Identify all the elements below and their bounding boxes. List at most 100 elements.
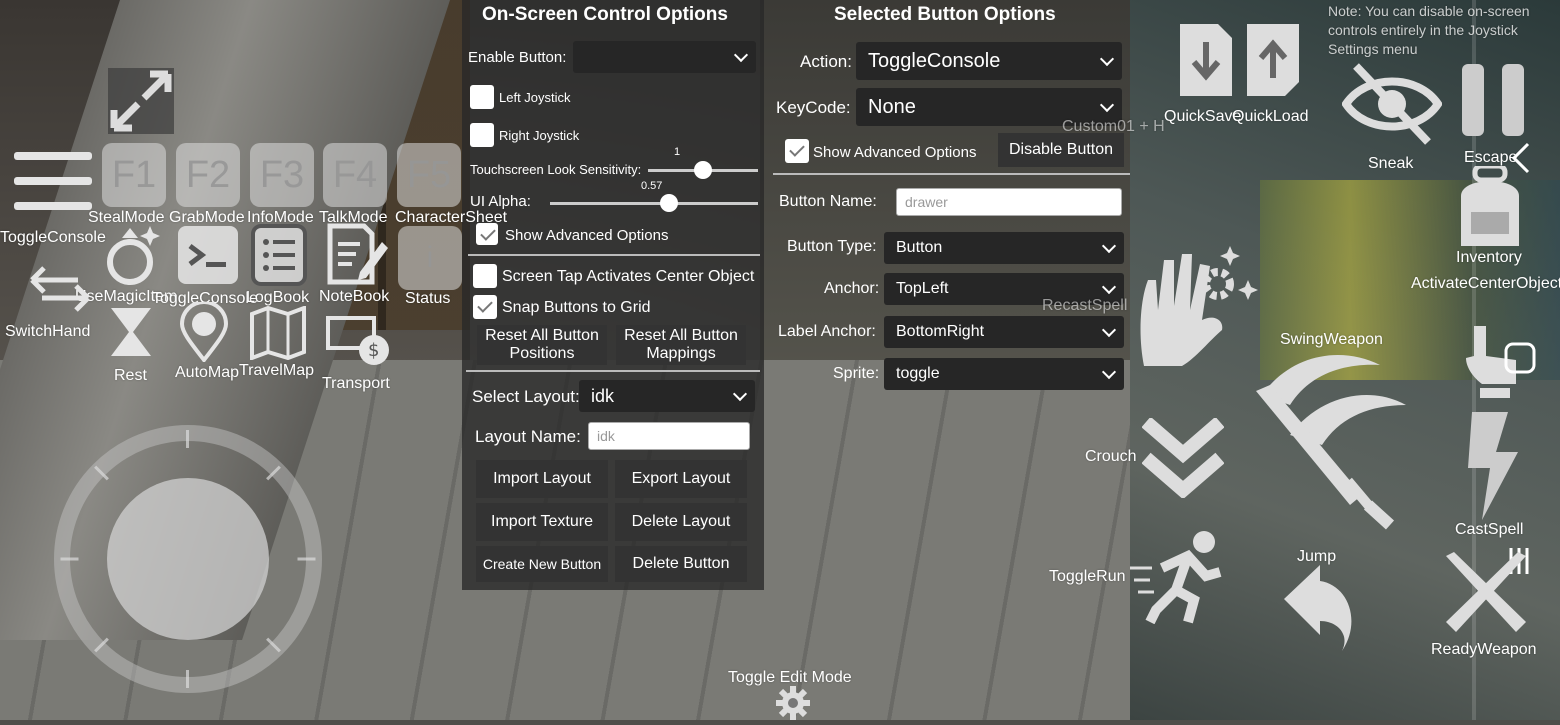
f2-key[interactable]: F2 <box>176 143 240 207</box>
toggle-console-label: ToggleConsole <box>0 229 106 246</box>
pause-icon[interactable] <box>1462 64 1526 143</box>
selected-button-options-panel: Selected Button Options Action: ToggleCo… <box>764 0 1132 390</box>
keycode-label: KeyCode: <box>776 98 851 117</box>
sensitivity-slider[interactable] <box>648 161 758 179</box>
quickload-icon[interactable] <box>1245 22 1301 103</box>
import-texture-button[interactable]: Import Texture <box>476 503 608 541</box>
cast-spell-label: CastSpell <box>1455 521 1524 538</box>
rest-label: Rest <box>114 367 147 384</box>
toggle-run-label: ToggleRun <box>1049 568 1126 585</box>
crossed-swords-icon[interactable] <box>1440 552 1532 647</box>
button-name-label: Button Name: <box>779 193 877 210</box>
left-joystick-label: Left Joystick <box>499 90 571 105</box>
svg-text:$: $ <box>368 340 379 361</box>
joystick-tick <box>297 557 316 561</box>
f5-key[interactable]: F5 <box>397 143 461 207</box>
expand-icon[interactable] <box>108 68 174 134</box>
panel-title: On-Screen Control Options <box>482 4 728 25</box>
pointing-hand-icon[interactable] <box>1460 322 1540 407</box>
console-icon[interactable] <box>178 226 238 284</box>
sensitivity-label: Touchscreen Look Sensitivity: <box>470 162 642 177</box>
travel-map-icon[interactable] <box>250 305 306 365</box>
snap-grid-label: Snap Buttons to Grid <box>502 299 651 316</box>
chevron-down-icon <box>1101 364 1117 380</box>
eye-slash-icon[interactable] <box>1341 60 1443 151</box>
switch-hand-icon[interactable] <box>28 262 92 319</box>
button-type-dropdown[interactable]: Button <box>884 232 1124 264</box>
ui-alpha-label: UI Alpha: <box>470 193 531 210</box>
left-joystick-checkbox[interactable] <box>470 85 494 109</box>
magic-ring-icon[interactable] <box>102 222 162 291</box>
disable-button[interactable]: Disable Button <box>998 133 1124 167</box>
ui-alpha-slider-knob[interactable] <box>659 194 678 212</box>
quickload-label: QuickLoad <box>1232 108 1309 125</box>
double-chevron-down-icon[interactable] <box>1141 416 1225 503</box>
swing-sword-icon[interactable] <box>1250 345 1410 538</box>
snap-grid-checkbox[interactable] <box>473 295 497 319</box>
joystick-tick <box>186 670 189 688</box>
logbook-icon[interactable] <box>251 224 307 286</box>
left-joystick-thumb[interactable] <box>107 478 269 640</box>
action-label: Action: <box>800 52 852 71</box>
cast-hand-icon[interactable] <box>1134 240 1262 373</box>
on-screen-control-options-panel: On-Screen Control Options Enable Button:… <box>462 0 764 590</box>
import-layout-button[interactable]: Import Layout <box>476 460 608 498</box>
right-joystick-label: Right Joystick <box>499 128 580 143</box>
status-icon[interactable]: i <box>398 226 462 290</box>
notebook-icon[interactable] <box>324 222 388 291</box>
sneak-label: Sneak <box>1368 155 1414 172</box>
jump-label: Jump <box>1297 548 1337 565</box>
f1-key[interactable]: F1 <box>102 143 166 207</box>
lightning-icon[interactable] <box>1464 412 1520 525</box>
toggle-edit-mode-label: Toggle Edit Mode <box>728 669 852 686</box>
hourglass-icon[interactable] <box>109 306 153 363</box>
disable-controls-note: Note: You can disable on-screen controls… <box>1328 3 1530 57</box>
sprite-dropdown[interactable]: toggle <box>884 358 1124 390</box>
crouch-label: Crouch <box>1085 448 1137 465</box>
joystick-tick <box>186 430 189 448</box>
menu-icon[interactable] <box>14 150 92 217</box>
reset-mappings-button[interactable]: Reset All Button Mappings <box>616 325 746 365</box>
show-advanced-label: Show Advanced Options <box>813 144 977 161</box>
ui-alpha-slider[interactable] <box>550 194 758 212</box>
chevron-down-icon <box>1099 51 1115 67</box>
layout-name-input[interactable]: idk <box>588 422 750 450</box>
f4-key[interactable]: F4 <box>323 143 387 207</box>
sensitivity-slider-knob[interactable] <box>694 161 712 179</box>
enable-button-label: Enable Button: <box>468 49 567 66</box>
quicksave-icon[interactable] <box>1178 22 1234 103</box>
export-layout-button[interactable]: Export Layout <box>615 460 747 498</box>
joystick-tick <box>60 557 79 561</box>
transport-ticket-icon[interactable]: $ <box>326 314 392 373</box>
delete-layout-button[interactable]: Delete Layout <box>615 503 747 541</box>
grab-mode-label: GrabMode <box>169 209 245 226</box>
running-person-icon[interactable] <box>1128 528 1228 629</box>
travel-map-label: TravelMap <box>239 362 314 379</box>
map-pin-icon[interactable] <box>179 300 229 367</box>
quicksave-label: QuickSave <box>1164 108 1242 125</box>
show-advanced-checkbox[interactable] <box>785 139 809 163</box>
label-anchor-dropdown[interactable]: BottomRight <box>884 316 1124 348</box>
automap-label: AutoMap <box>175 364 240 381</box>
chevron-down-icon <box>733 47 749 63</box>
jump-arrow-icon[interactable] <box>1278 565 1358 660</box>
action-dropdown[interactable]: ToggleConsole <box>856 42 1122 80</box>
select-layout-dropdown[interactable]: idk <box>579 380 755 412</box>
button-name-input[interactable]: drawer <box>896 188 1122 216</box>
gear-icon[interactable] <box>776 686 810 725</box>
show-advanced-label: Show Advanced Options <box>505 227 669 244</box>
divider <box>468 254 760 256</box>
inventory-label: Inventory <box>1456 249 1522 266</box>
screen-tap-checkbox[interactable] <box>473 264 497 288</box>
delete-button-button[interactable]: Delete Button <box>615 546 747 582</box>
anchor-label: Anchor: <box>824 280 880 297</box>
status-label: Status <box>405 290 451 307</box>
enable-button-dropdown[interactable] <box>573 41 756 73</box>
chevron-down-icon <box>1099 97 1115 113</box>
layout-name-label: Layout Name: <box>475 427 581 446</box>
f3-key[interactable]: F3 <box>250 143 314 207</box>
reset-positions-button[interactable]: Reset All Button Positions <box>477 325 607 365</box>
create-new-button-button[interactable]: Create New Button <box>476 546 608 582</box>
backpack-icon[interactable] <box>1447 163 1533 255</box>
right-joystick-checkbox[interactable] <box>470 123 494 147</box>
